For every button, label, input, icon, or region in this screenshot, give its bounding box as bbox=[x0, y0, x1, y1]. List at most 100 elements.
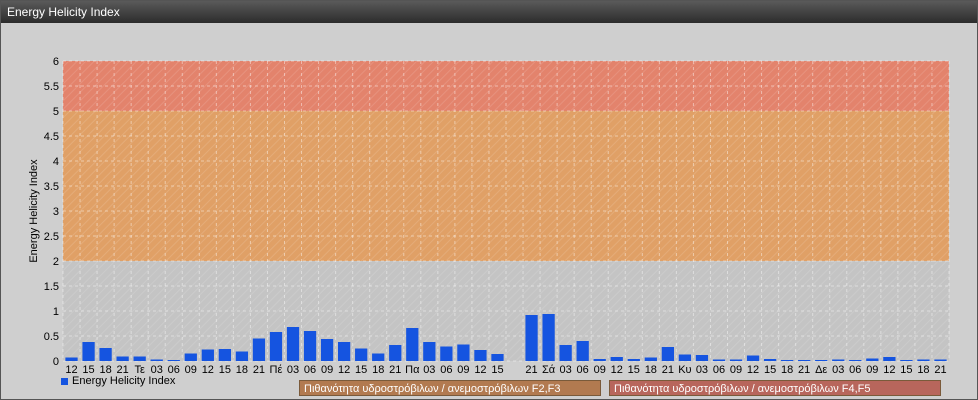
bar bbox=[491, 354, 504, 361]
x-tick-label: 03 bbox=[560, 364, 572, 376]
x-tick-label: 18 bbox=[917, 364, 929, 376]
bar bbox=[559, 345, 572, 361]
bar bbox=[695, 355, 709, 361]
y-tick-label: 1.5 bbox=[44, 281, 59, 293]
bar bbox=[457, 344, 470, 361]
y-axis-ticks: 0 0.5 1 1.5 2 2.5 3 3.5 4 4.5 5 5.5 6 bbox=[44, 56, 59, 368]
bar bbox=[832, 359, 845, 361]
bar bbox=[917, 359, 930, 361]
x-tick-label: 09 bbox=[730, 364, 742, 376]
bar bbox=[627, 359, 640, 361]
bar bbox=[900, 360, 913, 361]
y-tick-label: 1 bbox=[53, 306, 59, 318]
x-tick-label: 21 bbox=[389, 364, 401, 376]
x-tick-label: 06 bbox=[577, 364, 589, 376]
x-tick-label: 21 bbox=[934, 364, 946, 376]
y-tick-label: 4 bbox=[53, 156, 59, 168]
bar bbox=[712, 359, 726, 361]
y-tick-label: 2.5 bbox=[44, 231, 59, 243]
x-tick-label: Δε bbox=[815, 364, 827, 376]
y-tick-label: 5.5 bbox=[44, 81, 59, 93]
x-tick-label: 03 bbox=[696, 364, 708, 376]
bar bbox=[303, 331, 317, 361]
x-tick-label: 15 bbox=[628, 364, 640, 376]
bar bbox=[661, 347, 674, 361]
y-tick-label: 3 bbox=[53, 206, 59, 218]
bar bbox=[218, 349, 231, 361]
bar bbox=[644, 357, 657, 361]
x-tick-label: 09 bbox=[866, 364, 878, 376]
x-tick-label: 12 bbox=[338, 364, 350, 376]
x-tick-label: 18 bbox=[781, 364, 793, 376]
bar bbox=[423, 342, 436, 361]
bar bbox=[82, 342, 95, 361]
bar bbox=[65, 357, 78, 361]
bar bbox=[167, 360, 180, 361]
x-tick-label: 09 bbox=[457, 364, 469, 376]
x-tick-label: 18 bbox=[645, 364, 657, 376]
x-tick-label: 15 bbox=[764, 364, 776, 376]
bar bbox=[576, 341, 589, 361]
bar bbox=[883, 357, 896, 361]
bar bbox=[474, 350, 487, 361]
bar bbox=[338, 342, 351, 361]
x-tick-label: 06 bbox=[304, 364, 316, 376]
x-tick-label: 03 bbox=[287, 364, 299, 376]
x-tick-label: 06 bbox=[849, 364, 861, 376]
x-tick-label: 03 bbox=[423, 364, 435, 376]
x-tick-label: 21 bbox=[662, 364, 674, 376]
x-tick-label: Κυ bbox=[678, 364, 691, 376]
x-tick-label: 12 bbox=[202, 364, 214, 376]
bar bbox=[440, 346, 453, 361]
bar bbox=[610, 357, 623, 361]
legend-band-f4f5[interactable]: Πιθανότητα υδροστρόβιλων / ανεμοστρόβιλω… bbox=[609, 380, 941, 396]
bar bbox=[286, 327, 300, 361]
x-tick-label: 09 bbox=[594, 364, 606, 376]
x-tick-label: Πέ bbox=[270, 364, 283, 376]
x-tick-label: 03 bbox=[832, 364, 844, 376]
bar bbox=[406, 328, 419, 361]
x-tick-label: 15 bbox=[219, 364, 231, 376]
bar bbox=[269, 332, 283, 361]
y-tick-label: 3.5 bbox=[44, 181, 59, 193]
legend-series-label: Energy Helicity Index bbox=[72, 375, 176, 387]
bar bbox=[235, 351, 249, 361]
x-tick-label: 21 bbox=[798, 364, 810, 376]
x-tick-label: 18 bbox=[236, 364, 248, 376]
x-tick-label: 12 bbox=[883, 364, 895, 376]
legend-band-f2f3[interactable]: Πιθανότητα υδροστρόβιλων / ανεμοστρόβιλω… bbox=[299, 380, 601, 396]
x-tick-label: 15 bbox=[900, 364, 912, 376]
y-tick-label: 0.5 bbox=[44, 331, 59, 343]
bar bbox=[763, 359, 777, 361]
bar bbox=[525, 315, 538, 361]
x-tick-label: 15 bbox=[491, 364, 503, 376]
x-tick-label: 21 bbox=[253, 364, 265, 376]
bar bbox=[593, 359, 606, 361]
y-tick-label: 6 bbox=[53, 56, 59, 68]
bar bbox=[99, 348, 112, 361]
bar bbox=[798, 360, 811, 361]
y-tick-label: 0 bbox=[53, 356, 59, 368]
legend-swatch-icon bbox=[61, 377, 68, 385]
x-tick-label: 06 bbox=[713, 364, 725, 376]
x-axis-ticks: 12 15 18 21 Τε 03 06 09 12 15 18 21 Πέ 03 06 09 12 15 18 21… bbox=[65, 364, 946, 376]
bar bbox=[849, 360, 862, 361]
y-tick-label: 5 bbox=[53, 106, 59, 118]
chart-svg: 00.511.522.533.544.555.56 12 15 18 21 Τε 03 06… bbox=[28, 56, 950, 376]
x-tick-label: 12 bbox=[611, 364, 623, 376]
x-tick-label: Σά bbox=[542, 364, 556, 376]
x-tick-label: Πα bbox=[405, 364, 420, 376]
bar bbox=[934, 359, 947, 361]
bar bbox=[866, 358, 879, 361]
y-tick-label: 4.5 bbox=[44, 131, 59, 143]
legend-series[interactable]: Energy Helicity Index bbox=[61, 375, 175, 387]
bar bbox=[746, 355, 760, 361]
bar bbox=[116, 356, 129, 361]
x-tick-label: 09 bbox=[321, 364, 333, 376]
bar bbox=[133, 356, 146, 361]
bar bbox=[372, 353, 385, 361]
x-tick-label: 12 bbox=[474, 364, 486, 376]
bar bbox=[252, 338, 266, 361]
bar bbox=[184, 353, 197, 361]
bar bbox=[320, 339, 334, 361]
